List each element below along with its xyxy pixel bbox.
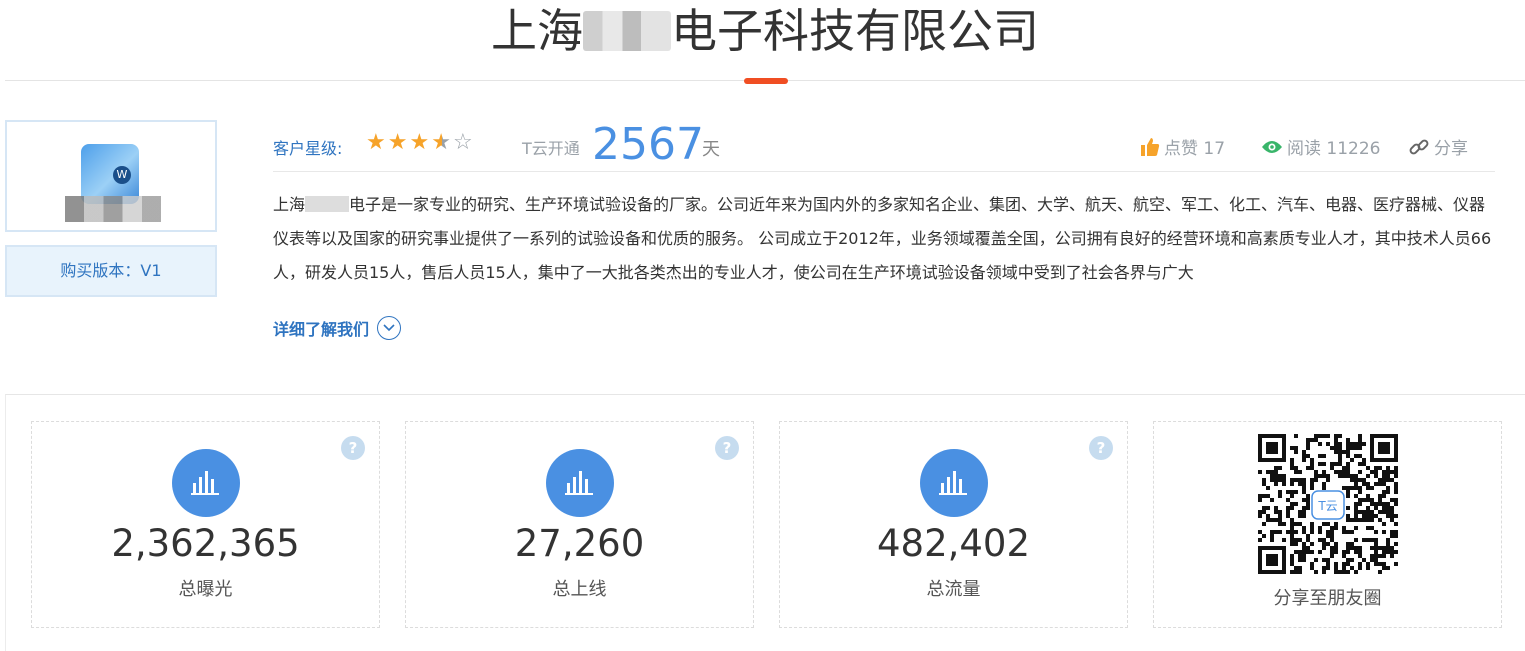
share-label: 分享 [1434,139,1468,159]
help-icon[interactable]: ? [715,436,739,460]
bar-chart-icon [920,449,988,517]
thumbs-up-icon [1141,137,1160,156]
stat-value: 482,402 [876,522,1030,565]
qr-center-label: T云 [1317,499,1337,513]
stat-card-online: ? 27,260 总上线 [405,421,754,628]
company-logo: W [5,120,217,232]
link-icon [1409,139,1429,154]
stat-label: 总曝光 [178,579,233,600]
eye-icon [1262,140,1282,153]
bar-chart-icon [546,449,614,517]
star-half-icon: ★ [431,130,453,155]
stat-value: 27,260 [514,522,645,565]
share-button[interactable]: 分享 [1408,134,1468,159]
help-icon[interactable]: ? [1089,436,1113,460]
learn-more-label: 详细了解我们 [273,320,370,339]
info-divider [273,171,1495,172]
star-empty-icon: ☆ [452,130,475,155]
star-full-icon: ★ [366,130,388,155]
star-rating: ★★★★☆ [366,130,475,155]
tyun-days: 2567 [592,119,704,170]
learn-more-link[interactable]: 详细了解我们 [273,316,402,340]
description-part-1: 上海 [273,195,306,214]
stat-card-traffic: ? 482,402 总流量 [779,421,1128,628]
stat-label: 总流量 [926,579,981,600]
stat-label: 总上线 [552,579,607,600]
title-prefix: 上海 [491,4,583,58]
help-icon[interactable]: ? [341,436,365,460]
chevron-down-icon [377,316,402,340]
qr-share-card: T云 分享至朋友圈 [1153,421,1502,628]
stat-value: 2,362,365 [111,522,300,565]
logo-text-redacted [65,196,161,222]
qr-caption: 分享至朋友圈 [1273,588,1382,609]
like-button[interactable]: 点赞 17 [1140,134,1225,159]
stat-card-exposure: ? 2,362,365 总曝光 [31,421,380,628]
tyun-unit: 天 [702,139,720,160]
tyun-label: T云开通 [522,139,580,158]
redacted-name [583,11,671,51]
version-badge: 购买版本：V1 [5,245,217,297]
like-count: 点赞 17 [1164,139,1226,159]
qr-code[interactable]: T云 [1258,434,1398,574]
page-title: 上海 电子科技有限公司 [0,0,1525,62]
logo-mark: W [81,144,139,204]
title-suffix: 电子科技有限公司 [671,4,1039,58]
read-count: 阅读 11226 [1261,134,1380,159]
redacted-word [305,196,350,212]
title-accent-bar [744,78,788,84]
read-count-label: 阅读 11226 [1287,139,1381,159]
logo-w-icon: W [113,166,131,184]
star-full-icon: ★ [387,130,410,155]
star-full-icon: ★ [409,130,432,155]
star-rating-label: 客户星级: [273,139,343,158]
company-description: 上海 电子是一家专业的研究、生产环境试验设备的厂家。公司近年来为国内外的多家知名企… [273,188,1495,288]
bar-chart-icon [172,449,240,517]
description-part-2: 电子是一家专业的研究、生产环境试验设备的厂家。公司近年来为国内外的多家知名企业、… [273,195,1492,282]
